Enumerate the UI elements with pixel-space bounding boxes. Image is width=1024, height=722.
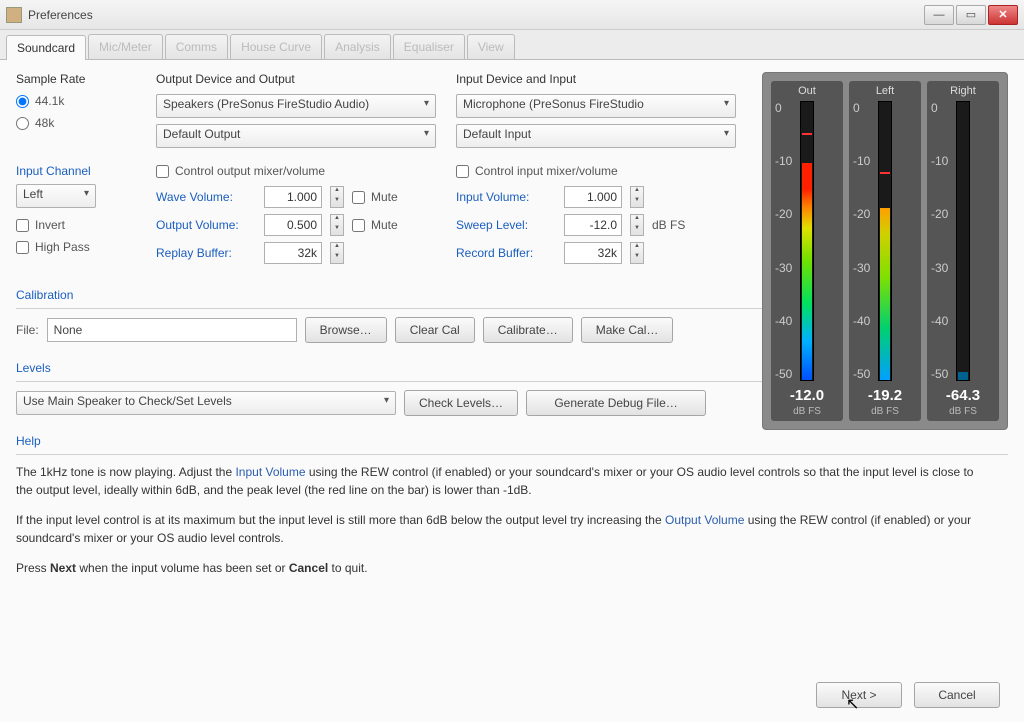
clear-cal-button[interactable]: Clear Cal bbox=[395, 317, 475, 343]
radio-441k[interactable]: 44.1k bbox=[16, 94, 136, 108]
input-device-select[interactable]: Microphone (PreSonus FireStudio bbox=[456, 94, 736, 118]
titlebar: Preferences — ▭ ✕ bbox=[0, 0, 1024, 30]
replay-buffer-input[interactable] bbox=[264, 242, 322, 264]
input-heading: Input Device and Input bbox=[456, 72, 736, 86]
help-text: The 1kHz tone is now playing. Adjust the… bbox=[16, 463, 976, 577]
meter-out: Out 0-10-20-30-40-50 -12.0 dB FS bbox=[771, 81, 843, 421]
tab-mic-meter[interactable]: Mic/Meter bbox=[88, 34, 163, 59]
output-device-select[interactable]: Speakers (PreSonus FireStudio Audio) bbox=[156, 94, 436, 118]
input-channel-select[interactable]: Left bbox=[16, 184, 96, 208]
make-cal-button[interactable]: Make Cal… bbox=[581, 317, 674, 343]
wave-volume-input[interactable] bbox=[264, 186, 322, 208]
browse-button[interactable]: Browse… bbox=[305, 317, 387, 343]
record-buffer-input[interactable] bbox=[564, 242, 622, 264]
sweep-level-label: Sweep Level: bbox=[456, 218, 556, 232]
record-buffer-spinner[interactable]: ▲▼ bbox=[630, 242, 644, 264]
cal-file-label: File: bbox=[16, 323, 39, 337]
output-volume-input[interactable] bbox=[264, 214, 322, 236]
window-title: Preferences bbox=[28, 8, 924, 22]
level-meters: Out 0-10-20-30-40-50 -12.0 dB FS Left 0-… bbox=[762, 72, 1008, 430]
radio-48k[interactable]: 48k bbox=[16, 116, 136, 130]
input-select[interactable]: Default Input bbox=[456, 124, 736, 148]
cal-file-input[interactable] bbox=[47, 318, 297, 342]
tab-view[interactable]: View bbox=[467, 34, 515, 59]
tab-bar: Soundcard Mic/Meter Comms House Curve An… bbox=[0, 30, 1024, 60]
next-button[interactable]: Next > bbox=[816, 682, 902, 708]
wave-volume-label: Wave Volume: bbox=[156, 190, 256, 204]
highpass-checkbox[interactable]: High Pass bbox=[16, 240, 136, 254]
output-volume-label: Output Volume: bbox=[156, 218, 256, 232]
input-channel-heading: Input Channel bbox=[16, 164, 136, 178]
output-mute-checkbox[interactable]: Mute bbox=[352, 218, 398, 232]
check-levels-button[interactable]: Check Levels… bbox=[404, 390, 518, 416]
levels-select[interactable]: Use Main Speaker to Check/Set Levels bbox=[16, 391, 396, 415]
sweep-level-input[interactable] bbox=[564, 214, 622, 236]
input-volume-label: Input Volume: bbox=[456, 190, 556, 204]
tab-equaliser[interactable]: Equaliser bbox=[393, 34, 465, 59]
meter-left-value: -19.2 bbox=[868, 387, 902, 404]
app-icon bbox=[6, 7, 22, 23]
meter-left: Left 0-10-20-30-40-50 -19.2 dB FS bbox=[849, 81, 921, 421]
meter-right-value: -64.3 bbox=[946, 387, 980, 404]
sweep-level-unit: dB FS bbox=[652, 218, 685, 232]
maximize-button[interactable]: ▭ bbox=[956, 5, 986, 25]
output-volume-spinner[interactable]: ▲▼ bbox=[330, 214, 344, 236]
output-heading: Output Device and Output bbox=[156, 72, 436, 86]
input-volume-spinner[interactable]: ▲▼ bbox=[630, 186, 644, 208]
sweep-level-spinner[interactable]: ▲▼ bbox=[630, 214, 644, 236]
input-volume-input[interactable] bbox=[564, 186, 622, 208]
sample-rate-heading: Sample Rate bbox=[16, 72, 136, 86]
record-buffer-label: Record Buffer: bbox=[456, 246, 556, 260]
tab-comms[interactable]: Comms bbox=[165, 34, 228, 59]
minimize-button[interactable]: — bbox=[924, 5, 954, 25]
generate-debug-button[interactable]: Generate Debug File… bbox=[526, 390, 706, 416]
content: Sample Rate 44.1k 48k Input Channel Left… bbox=[0, 60, 1024, 722]
control-input-mixer-checkbox[interactable]: Control input mixer/volume bbox=[456, 164, 736, 178]
help-heading: Help bbox=[16, 434, 1008, 448]
help-link-input-volume[interactable]: Input Volume bbox=[235, 465, 305, 479]
meter-out-value: -12.0 bbox=[790, 387, 824, 404]
tab-analysis[interactable]: Analysis bbox=[324, 34, 391, 59]
tab-soundcard[interactable]: Soundcard bbox=[6, 35, 86, 60]
wave-volume-spinner[interactable]: ▲▼ bbox=[330, 186, 344, 208]
tab-house-curve[interactable]: House Curve bbox=[230, 34, 322, 59]
help-link-output-volume[interactable]: Output Volume bbox=[665, 513, 744, 527]
replay-buffer-label: Replay Buffer: bbox=[156, 246, 256, 260]
wave-mute-checkbox[interactable]: Mute bbox=[352, 190, 398, 204]
replay-buffer-spinner[interactable]: ▲▼ bbox=[330, 242, 344, 264]
invert-checkbox[interactable]: Invert bbox=[16, 218, 136, 232]
cancel-button[interactable]: Cancel bbox=[914, 682, 1000, 708]
control-output-mixer-checkbox[interactable]: Control output mixer/volume bbox=[156, 164, 436, 178]
meter-right: Right 0-10-20-30-40-50 -64.3 dB FS bbox=[927, 81, 999, 421]
calibrate-button[interactable]: Calibrate… bbox=[483, 317, 573, 343]
close-button[interactable]: ✕ bbox=[988, 5, 1018, 25]
output-select[interactable]: Default Output bbox=[156, 124, 436, 148]
